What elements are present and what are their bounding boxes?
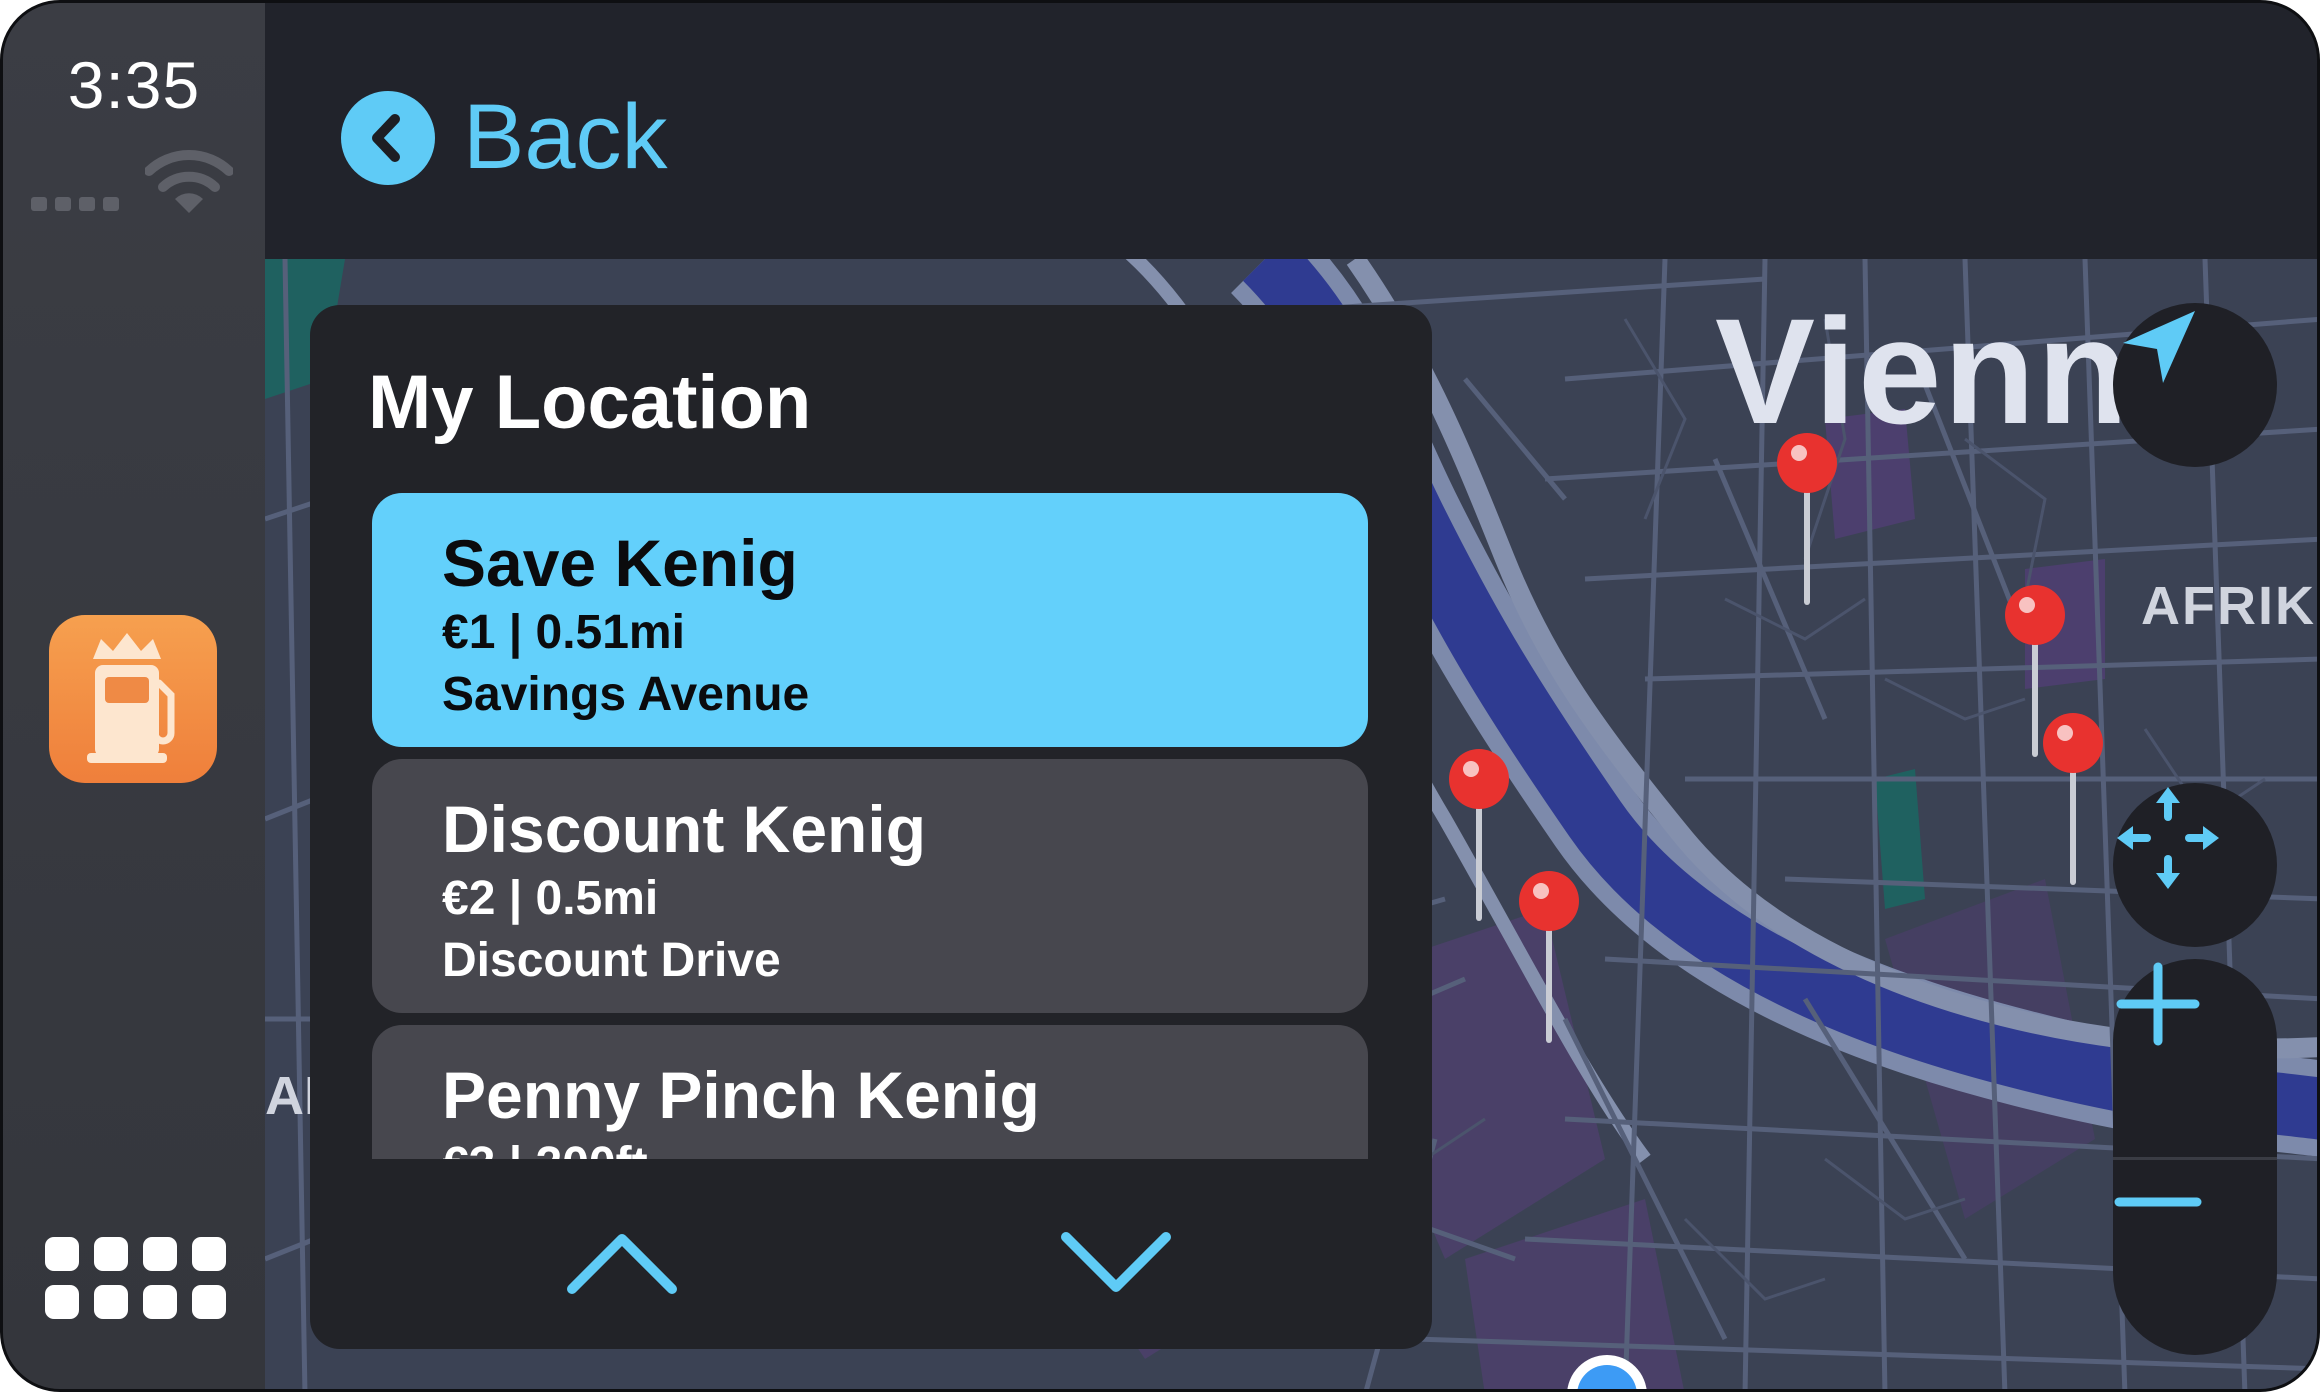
plus-icon bbox=[2116, 962, 2200, 1046]
location-panel: My Location Save Kenig €1 | 0.51mi Savin… bbox=[310, 305, 1432, 1349]
map-district-label-left: AL bbox=[265, 1066, 313, 1126]
list-item[interactable]: Discount Kenig €2 | 0.5mi Discount Drive bbox=[372, 759, 1368, 1013]
panel-title: My Location bbox=[368, 360, 812, 445]
zoom-controls bbox=[2113, 959, 2277, 1355]
list-item[interactable]: Penny Pinch Kenig €3 | 200ft bbox=[372, 1025, 1368, 1159]
app-grid-icon[interactable] bbox=[45, 1237, 226, 1319]
chevron-left-icon bbox=[341, 90, 435, 185]
item-meta: €2 | 0.5mi bbox=[442, 872, 659, 925]
scroll-up-button[interactable] bbox=[552, 1215, 692, 1311]
item-meta: €3 | 200ft bbox=[442, 1135, 1368, 1159]
list-item[interactable]: Save Kenig €1 | 0.51mi Savings Avenue bbox=[372, 493, 1368, 747]
item-address: Savings Avenue bbox=[442, 668, 810, 721]
recenter-button[interactable] bbox=[2113, 303, 2277, 467]
scroll-down-button[interactable] bbox=[1046, 1215, 1186, 1311]
map-pin-icon[interactable] bbox=[1775, 429, 1839, 609]
minus-icon bbox=[2114, 1197, 2202, 1207]
item-address: Discount Drive bbox=[442, 934, 781, 987]
map-pin-icon[interactable] bbox=[1447, 745, 1511, 925]
location-list[interactable]: Save Kenig €1 | 0.51mi Savings Avenue Di… bbox=[372, 493, 1368, 1159]
top-bar: Back bbox=[265, 3, 2317, 259]
map-pin-icon[interactable] bbox=[2041, 709, 2105, 889]
item-name: Discount Kenig bbox=[442, 792, 927, 866]
cellular-signal-icon bbox=[31, 197, 119, 211]
zoom-in-button[interactable] bbox=[2113, 959, 2277, 1157]
dock: 3:35 bbox=[3, 3, 265, 1389]
carplay-screen: 3:35 Back Vienna AFRIK A My Location Sav… bbox=[0, 0, 2320, 1392]
status-time: 3:35 bbox=[67, 48, 201, 122]
chevron-down-icon bbox=[1061, 1232, 1171, 1292]
fuel-station-crown-icon[interactable] bbox=[49, 615, 217, 783]
item-meta: €1 | 0.51mi bbox=[442, 606, 685, 659]
item-name: Save Kenig bbox=[442, 526, 798, 600]
chevron-up-icon bbox=[567, 1234, 677, 1294]
navigation-arrow-icon bbox=[2123, 311, 2195, 383]
zoom-out-button[interactable] bbox=[2113, 1157, 2277, 1355]
wifi-icon bbox=[145, 150, 233, 213]
map-pin-icon[interactable] bbox=[1517, 867, 1581, 1047]
item-name: Penny Pinch Kenig bbox=[442, 1058, 1040, 1132]
back-label: Back bbox=[463, 86, 668, 188]
back-button[interactable]: Back bbox=[341, 85, 668, 190]
pan-button[interactable] bbox=[2113, 783, 2277, 947]
move-arrows-icon bbox=[2117, 787, 2219, 889]
map-district-label: AFRIKA bbox=[2141, 576, 2317, 636]
